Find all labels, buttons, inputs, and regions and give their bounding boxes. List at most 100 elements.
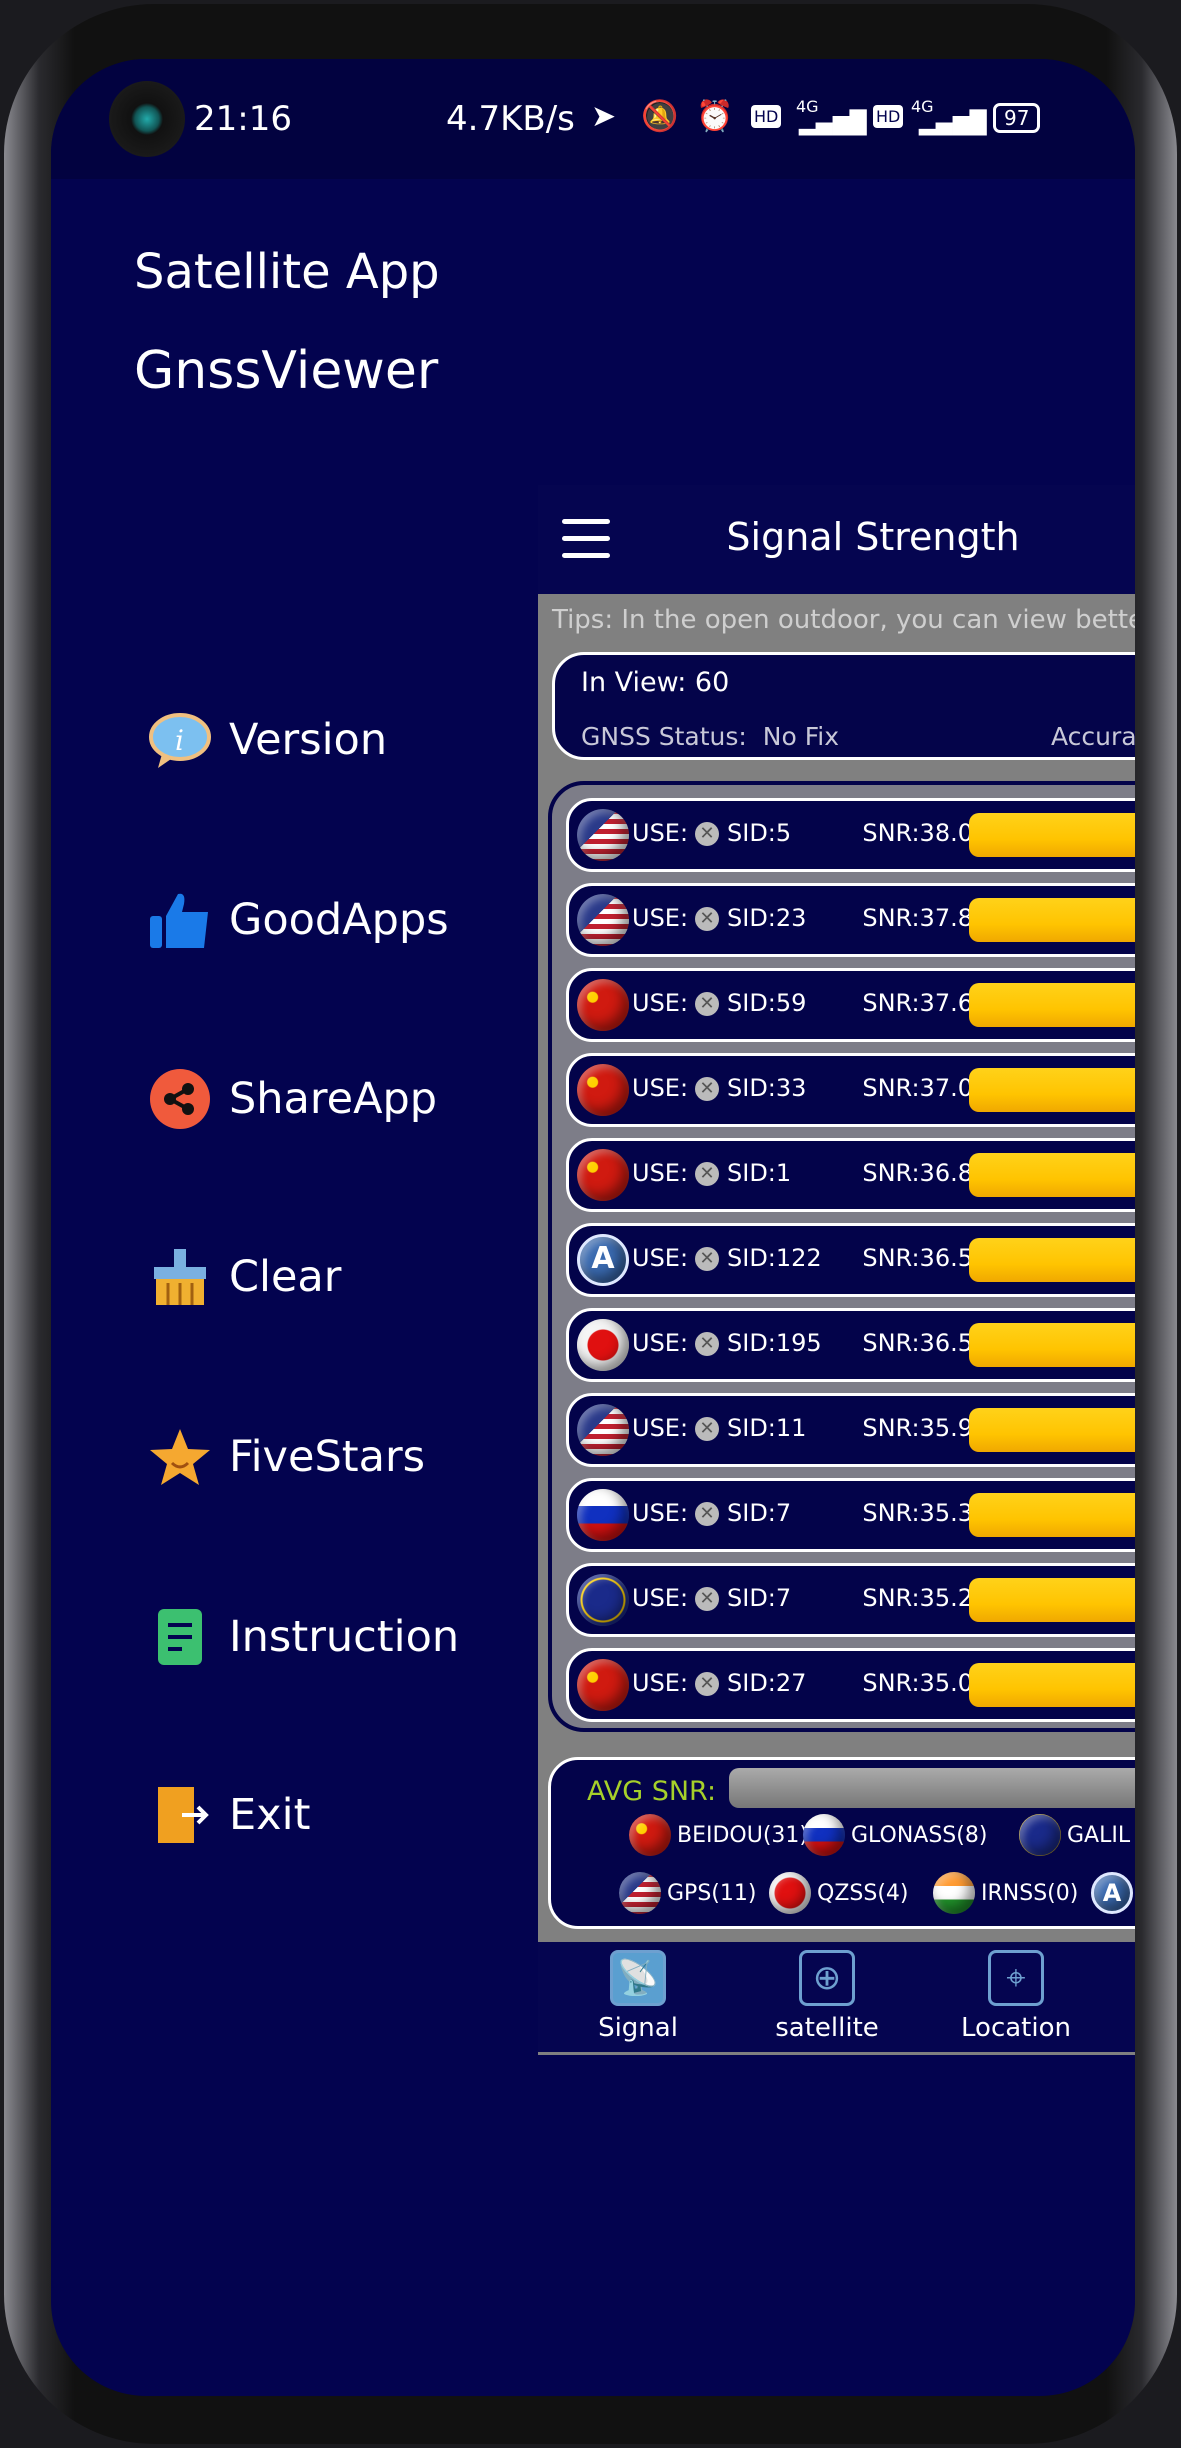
menu-item-shareapp[interactable]: ShareApp xyxy=(147,1064,437,1134)
flag-cn-icon xyxy=(577,979,629,1031)
flag-eu-icon xyxy=(577,1574,629,1626)
snr-bar xyxy=(969,898,1135,942)
satellite-id: SID:7 xyxy=(727,1499,792,1527)
not-used-icon: ✕ xyxy=(695,1077,719,1101)
satellite-list[interactable]: USE: ✕ SID:5 SNR:38.0 USE: ✕ SID:23 SNR:… xyxy=(548,781,1135,1732)
nav-location[interactable]: ⌖ Location xyxy=(946,1950,1086,2044)
legend-item: GALIL xyxy=(1019,1814,1130,1856)
satellite-row: USE: ✕ SID:59 SNR:37.6 xyxy=(566,968,1135,1042)
mute-icon: 🔕 xyxy=(641,99,679,134)
menu-item-version[interactable]: i Version xyxy=(147,705,387,775)
satellite-id: SID:27 xyxy=(727,1669,807,1697)
snr-bar xyxy=(969,813,1135,857)
legend-item: BEIDOU(31) xyxy=(629,1814,808,1856)
flag-jp-icon xyxy=(769,1872,811,1914)
svg-text:i: i xyxy=(175,724,184,757)
menu-item-fivestars[interactable]: FiveStars xyxy=(147,1422,425,1492)
use-label: USE: xyxy=(632,1499,689,1527)
hd-badge: HD xyxy=(751,105,782,128)
snr-bar xyxy=(969,1578,1135,1622)
nav-satellite[interactable]: ⊕ satellite xyxy=(757,1950,897,2044)
snr-bar xyxy=(969,1408,1135,1452)
exit-icon xyxy=(147,1784,213,1846)
satellite-id: SID:33 xyxy=(727,1074,807,1102)
main-panel: Signal Strength Tips: In the open outdoo… xyxy=(538,485,1135,2055)
net-speed: 4.7KB/s xyxy=(446,99,575,139)
hd-badge-2: HD xyxy=(873,105,904,128)
in-view-count: In View: 60 xyxy=(581,667,730,698)
snr-value: SNR:36.8 xyxy=(862,1159,973,1187)
flag-us-icon xyxy=(577,1404,629,1456)
broom-icon xyxy=(147,1246,213,1308)
gnss-status-value: No Fix xyxy=(762,722,840,751)
snr-value: SNR:37.0 xyxy=(862,1074,973,1102)
nav-label: Signal xyxy=(598,2013,678,2043)
satellite-row: USE: ✕ SID:7 SNR:35.3 xyxy=(566,1478,1135,1552)
menu-label: Exit xyxy=(229,1790,311,1840)
snr-bar xyxy=(969,1068,1135,1112)
legend-label: GPS(11) xyxy=(667,1880,757,1906)
legend-label: QZSS(4) xyxy=(817,1880,909,1906)
status-bar: 21:16 4.7KB/s ➤ 🔕 ⏰ HD 4G ▂▄▆█ HD 4G ▂▄▆… xyxy=(51,59,1135,179)
avg-snr-bar xyxy=(729,1768,1135,1808)
star-icon xyxy=(147,1426,213,1488)
menu-label: ShareApp xyxy=(229,1074,438,1124)
page-title: Signal Strength xyxy=(726,515,1020,559)
satellite-row: USE: ✕ SID:195 SNR:36.5 xyxy=(566,1308,1135,1382)
gnss-status-label: GNSS Status: xyxy=(581,722,747,751)
satellite-id: SID:122 xyxy=(727,1244,822,1272)
nav-signal[interactable]: 📡 Signal xyxy=(568,1950,708,2044)
drawer-app-name: GnssViewer xyxy=(134,341,439,401)
snr-bar xyxy=(969,1663,1135,1707)
gnss-info-box: In View: 60 GNSS Status: No Fix Accura xyxy=(552,652,1135,760)
satellite-dish-icon: 📡 xyxy=(610,1950,666,2006)
legend-label: GALIL xyxy=(1067,1822,1131,1848)
menu-label: Clear xyxy=(229,1252,342,1302)
not-used-icon: ✕ xyxy=(695,1162,719,1186)
tips-text: Tips: In the open outdoor, you can view … xyxy=(552,605,1135,635)
flag-ru-icon xyxy=(803,1814,845,1856)
satellite-row: USE: ✕ SID:5 SNR:38.0 xyxy=(566,798,1135,872)
satellite-row: USE: ✕ SID:11 SNR:35.9 xyxy=(566,1393,1135,1467)
screen: 21:16 4.7KB/s ➤ 🔕 ⏰ HD 4G ▂▄▆█ HD 4G ▂▄▆… xyxy=(51,59,1135,2396)
snr-value: SNR:35.0 xyxy=(862,1669,973,1697)
nav-label: satellite xyxy=(775,2013,879,2043)
avg-snr-box: AVG SNR: BEIDOU(31) GLONASS(8) GALIL GPS(11… xyxy=(548,1757,1135,1929)
use-label: USE: xyxy=(632,1244,689,1272)
legend-label: IRNSS(0) xyxy=(981,1880,1079,1906)
not-used-icon: ✕ xyxy=(695,1332,719,1356)
menu-item-clear[interactable]: Clear xyxy=(147,1242,341,1312)
not-used-icon: ✕ xyxy=(695,907,719,931)
location-pin-icon: ⌖ xyxy=(988,1950,1044,2006)
snr-value: SNR:35.9 xyxy=(862,1414,973,1442)
flag-us-icon xyxy=(619,1872,661,1914)
satellite-row: USE: ✕ SID:23 SNR:37.8 xyxy=(566,883,1135,957)
legend-item: GPS(11) xyxy=(619,1872,756,1914)
use-label: USE: xyxy=(632,819,689,847)
not-used-icon: ✕ xyxy=(695,1672,719,1696)
menu-item-instruction[interactable]: Instruction xyxy=(147,1602,459,1672)
status-time: 21:16 xyxy=(194,99,292,139)
flag-eu-icon xyxy=(1019,1814,1061,1856)
not-used-icon: ✕ xyxy=(695,1502,719,1526)
snr-value: SNR:37.6 xyxy=(862,989,973,1017)
share-icon xyxy=(147,1068,213,1130)
menu-item-exit[interactable]: Exit xyxy=(147,1780,310,1850)
globe-icon: ⊕ xyxy=(799,1950,855,2006)
thumbs-up-icon xyxy=(147,889,213,951)
use-label: USE: xyxy=(632,1159,689,1187)
camera-cutout xyxy=(109,81,185,157)
use-label: USE: xyxy=(632,1329,689,1357)
not-used-icon: ✕ xyxy=(695,822,719,846)
not-used-icon: ✕ xyxy=(695,1247,719,1271)
flag-ru-icon xyxy=(577,1489,629,1541)
satellite-id: SID:5 xyxy=(727,819,792,847)
snr-bar xyxy=(969,1323,1135,1367)
location-icon: ➤ xyxy=(591,99,617,134)
menu-item-goodapps[interactable]: GoodApps xyxy=(147,885,449,955)
satellite-row: USE: ✕ SID:27 SNR:35.0 xyxy=(566,1648,1135,1722)
flag-cn-icon xyxy=(577,1064,629,1116)
legend-item: QZSS(4) xyxy=(769,1872,908,1914)
menu-label: Instruction xyxy=(229,1612,460,1662)
legend-item: GLONASS(8) xyxy=(803,1814,987,1856)
